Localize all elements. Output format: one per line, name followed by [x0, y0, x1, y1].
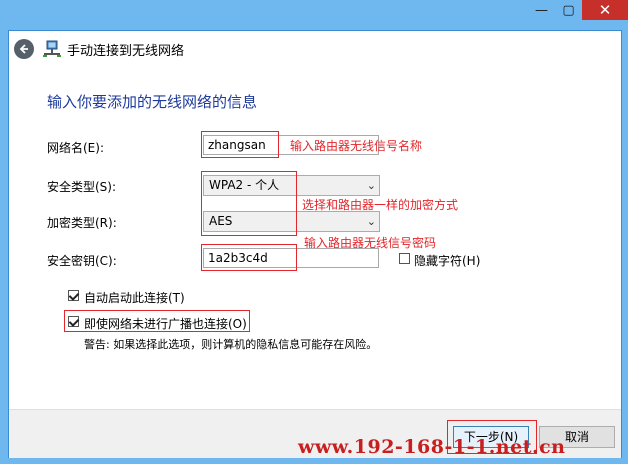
close-button[interactable]: ✕ — [582, 0, 628, 20]
form-heading: 输入你要添加的无线网络的信息 — [47, 93, 258, 111]
dialog-header: 手动连接到无线网络 — [9, 31, 621, 69]
ssid-label: 网络名(E): — [47, 141, 104, 155]
hide-characters-label: 隐藏字符(H) — [414, 254, 481, 268]
minimize-button[interactable]: — — [528, 0, 555, 20]
security-key-label: 安全密钥(C): — [47, 254, 117, 268]
back-button[interactable] — [14, 39, 34, 59]
security-type-label: 安全类型(S): — [47, 180, 117, 194]
maximize-button[interactable]: ▢ — [555, 0, 582, 20]
connect-hidden-highlight-box — [64, 310, 250, 332]
key-highlight-box — [201, 244, 297, 271]
back-arrow-icon — [19, 44, 28, 54]
security-annotation: 选择和路由器一样的加密方式 — [302, 198, 459, 212]
dialog-window: — ▢ ✕ 手动连接到无线网络 输入你要添加的无线网络的信息 网络名(E): z… — [0, 0, 628, 464]
hide-characters-checkbox[interactable] — [399, 253, 410, 264]
security-highlight-box — [201, 171, 297, 236]
chevron-down-icon: ⌄ — [366, 215, 376, 228]
chevron-down-icon: ⌄ — [366, 179, 376, 192]
dialog-title: 手动连接到无线网络 — [67, 44, 185, 59]
auto-connect-checkbox[interactable] — [68, 290, 79, 301]
privacy-warning: 警告: 如果选择此选项，则计算机的隐私信息可能存在风险。 — [84, 338, 378, 351]
dialog-content: 手动连接到无线网络 输入你要添加的无线网络的信息 网络名(E): zhangsa… — [8, 30, 622, 458]
auto-connect-label: 自动启动此连接(T) — [84, 291, 185, 305]
ssid-annotation: 输入路由器无线信号名称 — [290, 139, 423, 153]
title-bar[interactable]: — ▢ ✕ — [0, 0, 628, 26]
network-icon — [43, 40, 61, 57]
ssid-highlight-box — [201, 131, 279, 158]
watermark-text: www.192-168-1-1.net.cn — [298, 436, 566, 458]
encryption-type-label: 加密类型(R): — [47, 216, 117, 230]
